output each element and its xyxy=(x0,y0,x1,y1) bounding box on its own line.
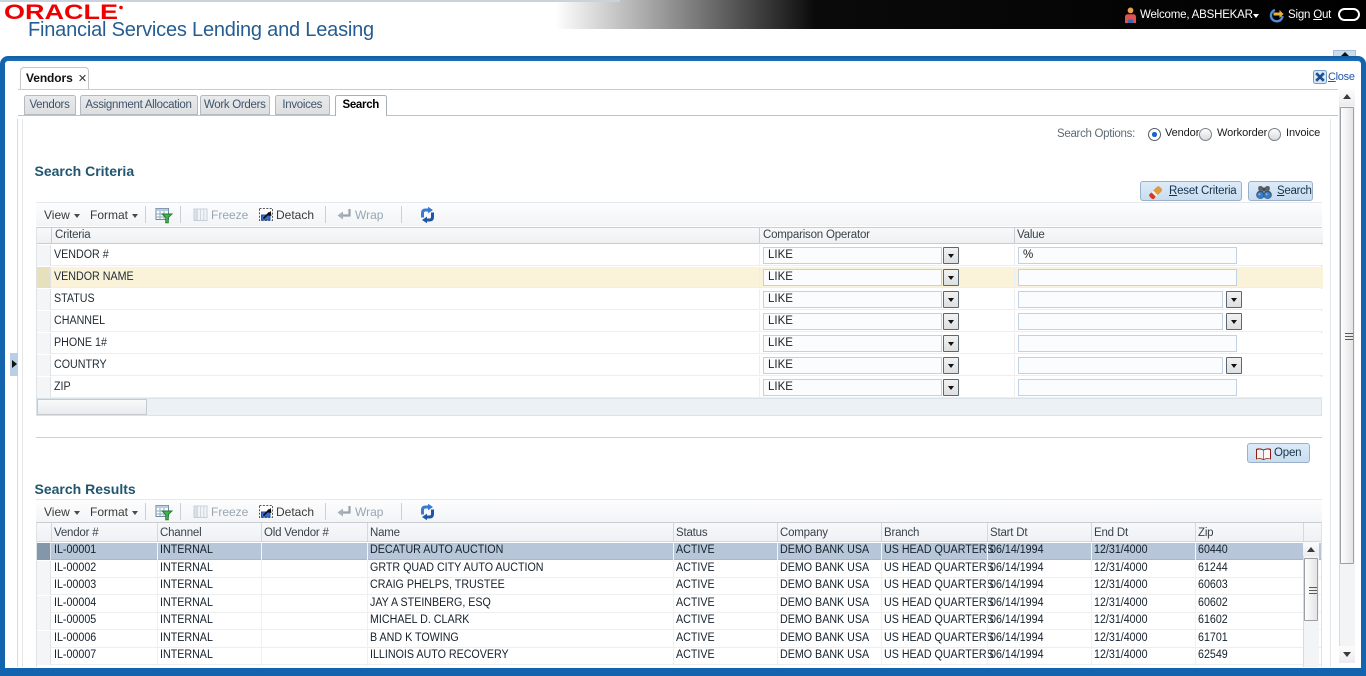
svg-text:ORACLE: ORACLE xyxy=(4,3,118,20)
